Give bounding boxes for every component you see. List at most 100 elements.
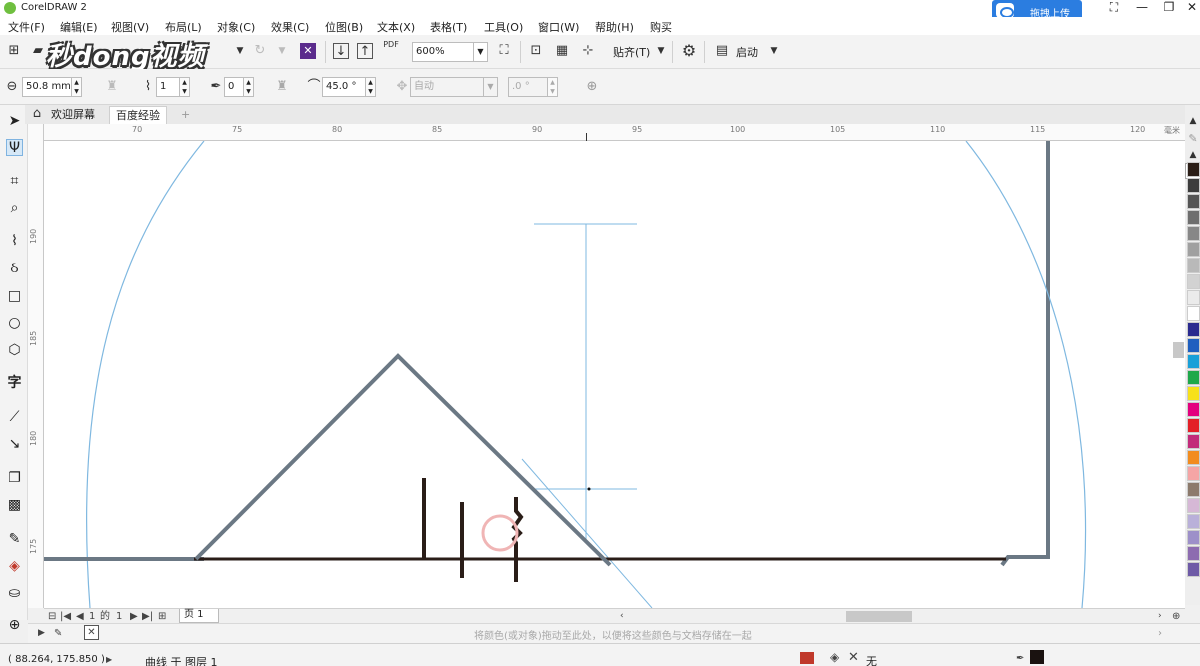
palette-swatch[interactable]: [1187, 562, 1200, 577]
rotation-spinner[interactable]: ▲ ▼: [548, 77, 558, 97]
zoom-tool-icon[interactable]: ⌕: [6, 200, 23, 217]
corel-connect-icon[interactable]: ✕: [300, 43, 316, 59]
close-button[interactable]: ✕: [1178, 0, 1200, 17]
palette-swatch[interactable]: [1187, 306, 1200, 321]
crop-tool-icon[interactable]: ⌗: [6, 173, 23, 190]
palette-swatch[interactable]: [1187, 386, 1200, 401]
palette-up-icon[interactable]: ▲: [1185, 147, 1200, 163]
selection-node[interactable]: [587, 487, 591, 491]
tab-baidu-jingyan[interactable]: 百度经验: [109, 106, 167, 124]
palette-swatch[interactable]: [1187, 530, 1200, 545]
palette-swatch[interactable]: [1187, 482, 1200, 497]
menu-bitmaps[interactable]: 位图(B): [325, 19, 363, 35]
horizontal-ruler[interactable]: 70 75 80 85 90 95 100 105 110 115 120 毫米: [44, 124, 1185, 141]
palette-swatch[interactable]: [1187, 370, 1200, 385]
size-field[interactable]: 50.8 mm: [22, 77, 72, 97]
drop-shadow-icon[interactable]: ❐: [6, 470, 23, 487]
pick-tool-icon[interactable]: ➤: [6, 113, 23, 130]
palette-swatch[interactable]: [1187, 210, 1200, 225]
ellipse-tool-icon[interactable]: ○: [6, 315, 23, 332]
text-tool-icon[interactable]: 字: [6, 375, 23, 392]
nodes-field[interactable]: 1: [156, 77, 180, 97]
publish-pdf-icon[interactable]: PDF: [383, 40, 399, 56]
palette-swatch[interactable]: [1187, 162, 1200, 177]
rewind-icon[interactable]: |◀: [60, 610, 71, 623]
zoom-navigator-icon[interactable]: ⊕: [1172, 610, 1180, 623]
show-grid-icon[interactable]: ▦: [554, 43, 570, 59]
palette-swatch[interactable]: [1187, 258, 1200, 273]
full-screen-icon[interactable]: ⛶: [496, 43, 512, 59]
eyedropper-small-icon[interactable]: ✎: [1185, 131, 1200, 147]
connector-tool-icon[interactable]: ↘: [6, 436, 23, 453]
palette-swatch[interactable]: [1187, 274, 1200, 289]
palette-swatch[interactable]: [1187, 514, 1200, 529]
new-document-icon[interactable]: ⊞: [6, 43, 22, 59]
palette-menu-icon[interactable]: ▶: [38, 627, 45, 640]
smart-fill-icon[interactable]: ⛀: [6, 585, 23, 602]
page-tab[interactable]: 页 1: [179, 609, 219, 623]
drawing-canvas[interactable]: [44, 141, 1185, 608]
menu-tools[interactable]: 工具(O): [484, 19, 523, 35]
palette-swatch[interactable]: [1187, 290, 1200, 305]
outline-value-spinner[interactable]: ▲ ▼: [244, 77, 254, 97]
dimension-tool-icon[interactable]: ⟋: [6, 409, 23, 426]
menu-file[interactable]: 文件(F): [8, 19, 45, 35]
palette-swatch[interactable]: [1187, 434, 1200, 449]
triangle-shape[interactable]: [194, 353, 612, 567]
eyedropper-palette-icon[interactable]: ✎: [54, 627, 62, 640]
palette-swatch[interactable]: [1187, 466, 1200, 481]
launch-menu[interactable]: 启动: [736, 44, 758, 60]
dropdown-arrow-icon[interactable]: ▼: [232, 43, 248, 59]
nodes-spinner[interactable]: ▲ ▼: [180, 77, 190, 97]
account-icon[interactable]: ⛶: [1100, 0, 1128, 17]
redo-icon[interactable]: ↻: [252, 43, 268, 59]
palette-swatch[interactable]: [1187, 498, 1200, 513]
menu-buy[interactable]: 购买: [650, 19, 672, 35]
menu-help[interactable]: 帮助(H): [595, 19, 634, 35]
launch-dropdown-icon[interactable]: ▼: [766, 43, 782, 59]
palette-swatch[interactable]: [1187, 194, 1200, 209]
application-launcher-icon[interactable]: ▤: [714, 43, 730, 59]
auto-dropdown[interactable]: 自动: [410, 77, 484, 97]
scroll-right-icon[interactable]: ›: [1158, 610, 1162, 623]
import-icon[interactable]: ↓: [333, 43, 349, 59]
palette-swatch[interactable]: [1187, 418, 1200, 433]
export-icon[interactable]: ↑: [357, 43, 373, 59]
add-icon[interactable]: ⊕: [584, 79, 600, 95]
transparency-icon[interactable]: ▩: [6, 497, 23, 514]
palette-swatch[interactable]: [1187, 546, 1200, 561]
first-page-icon[interactable]: ⊟: [48, 610, 56, 623]
menu-table[interactable]: 表格(T): [430, 19, 467, 35]
options-gear-icon[interactable]: ⚙: [681, 43, 697, 59]
menu-layout[interactable]: 布局(L): [165, 19, 202, 35]
next-page-icon[interactable]: ▶: [130, 610, 138, 623]
menu-effects[interactable]: 效果(C): [271, 19, 309, 35]
scroll-left-icon[interactable]: ‹: [620, 610, 624, 623]
interactive-fill-icon[interactable]: ◈: [6, 558, 23, 575]
add-tool-icon[interactable]: ⊕: [6, 617, 23, 634]
eyedropper-icon[interactable]: ✎: [6, 531, 23, 548]
horizontal-scrollbar-thumb[interactable]: [846, 611, 912, 622]
menu-object[interactable]: 对象(C): [217, 19, 255, 35]
new-tab-icon[interactable]: +: [175, 106, 196, 124]
prev-page-icon[interactable]: ◀: [76, 610, 84, 623]
show-guidelines-icon[interactable]: ⊹: [580, 43, 596, 59]
artistic-media-icon[interactable]: ઠ: [6, 260, 23, 277]
palette-swatch[interactable]: [1187, 402, 1200, 417]
status-arrow-icon[interactable]: ▶: [106, 653, 112, 666]
angle-field[interactable]: 45.0 °: [322, 77, 366, 97]
palette-swatch[interactable]: [1187, 322, 1200, 337]
add-page-icon[interactable]: ⊞: [158, 610, 166, 623]
menu-window[interactable]: 窗口(W): [538, 19, 579, 35]
size-spinner[interactable]: ▲ ▼: [72, 77, 82, 97]
open-folder-icon[interactable]: ▰: [30, 43, 46, 59]
vertical-ruler[interactable]: 190 185 180 175: [28, 124, 44, 608]
tab-welcome-screen[interactable]: 欢迎屏幕: [45, 106, 101, 124]
palette-swatch[interactable]: [1187, 242, 1200, 257]
palette-swatch[interactable]: [1187, 338, 1200, 353]
menu-text[interactable]: 文本(X): [377, 19, 415, 35]
zoom-level-field[interactable]: 600%: [412, 42, 474, 62]
auto-dropdown-icon[interactable]: ▼: [484, 77, 498, 97]
palette-swatch[interactable]: [1187, 450, 1200, 465]
angle-spinner[interactable]: ▲ ▼: [366, 77, 376, 97]
